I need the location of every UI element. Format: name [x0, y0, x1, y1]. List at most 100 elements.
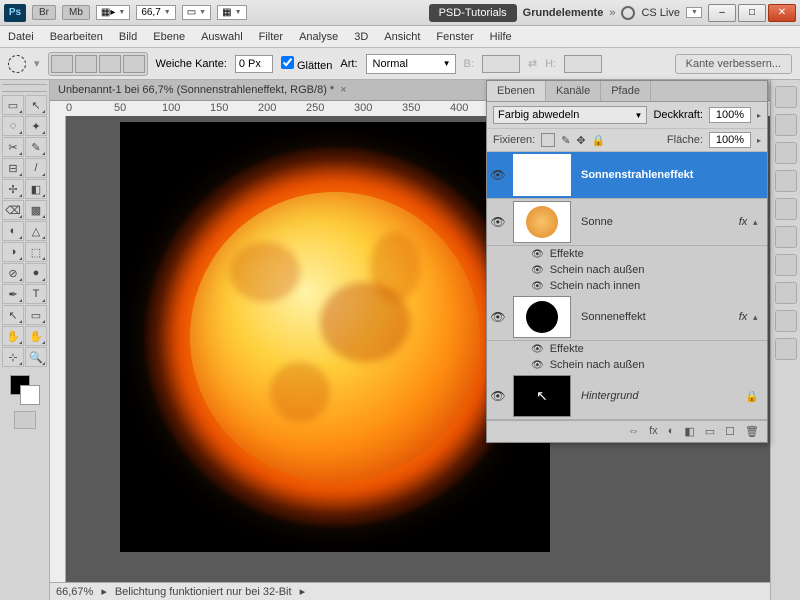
arrange-dropdown[interactable]: ▦ [217, 5, 246, 20]
status-arrow-icon[interactable]: ▸ [101, 585, 107, 598]
layer-footer-button[interactable]: fx [649, 425, 658, 438]
selection-mode-group[interactable] [48, 52, 148, 76]
visibility-icon[interactable]: 👁 [487, 389, 509, 403]
lock-position-icon[interactable]: ✥ [576, 134, 585, 147]
quickmask-button[interactable] [14, 411, 36, 429]
layer-row[interactable]: 👁 Sonnefx▴ [487, 199, 767, 246]
dock-icon[interactable] [775, 310, 797, 332]
layer-thumbnail[interactable] [513, 296, 571, 338]
menu-auswahl[interactable]: Auswahl [201, 31, 243, 43]
tool-23[interactable]: ✋ [25, 326, 47, 346]
tool-1[interactable]: ↖ [25, 95, 47, 115]
dock-icon[interactable] [775, 226, 797, 248]
antialias-checkbox[interactable]: Glätten [281, 56, 333, 72]
fx-icon[interactable]: fx [733, 311, 753, 323]
layer-footer-button[interactable]: ▭ [705, 425, 715, 438]
tool-12[interactable]: ◐ [2, 221, 24, 241]
layer-row[interactable]: 👁 Sonnenstrahleneffekt [487, 152, 767, 199]
maximize-button[interactable]: □ [738, 4, 766, 22]
blend-mode-select[interactable]: Farbig abwedeln [493, 106, 647, 124]
layer-thumbnail[interactable] [513, 201, 571, 243]
layer-thumbnail[interactable]: ↖ [513, 375, 571, 417]
dock-icon[interactable] [775, 170, 797, 192]
workspace-pill[interactable]: PSD-Tutorials [429, 4, 517, 22]
layer-footer-button[interactable]: ☐ [725, 425, 735, 438]
tool-18[interactable]: ✒ [2, 284, 24, 304]
menu-hilfe[interactable]: Hilfe [490, 31, 512, 43]
fx-icon[interactable]: fx [733, 216, 753, 228]
tool-21[interactable]: ▭ [25, 305, 47, 325]
layer-footer-button[interactable]: ◐ [668, 425, 675, 438]
menu-filter[interactable]: Filter [259, 31, 283, 43]
menu-analyse[interactable]: Analyse [299, 31, 338, 43]
tool-13[interactable]: △ [25, 221, 47, 241]
dock-icon[interactable] [775, 282, 797, 304]
tool-5[interactable]: ✎ [25, 137, 47, 157]
tool-2[interactable]: ◌ [2, 116, 24, 136]
tool-14[interactable]: ◑ [2, 242, 24, 262]
tool-24[interactable]: ⊹ [2, 347, 24, 367]
layer-effect-item[interactable]: Schein nach außen [487, 357, 767, 373]
tool-15[interactable]: ⬚ [25, 242, 47, 262]
layer-name[interactable]: Sonnenstrahleneffekt [575, 169, 767, 181]
tab-ebenen[interactable]: Ebenen [487, 81, 546, 101]
tool-16[interactable]: ⊘ [2, 263, 24, 283]
layer-effect-item[interactable]: Effekte [487, 341, 767, 357]
menu-fenster[interactable]: Fenster [436, 31, 473, 43]
tool-10[interactable]: ⌫ [2, 200, 24, 220]
dock-icon[interactable] [775, 254, 797, 276]
tool-8[interactable]: ✢ [2, 179, 24, 199]
film-dropdown[interactable]: ▦▸ [96, 5, 130, 20]
layer-name[interactable]: Hintergrund [575, 390, 737, 402]
workspace-more[interactable]: » [609, 7, 615, 19]
lock-pixels-icon[interactable]: ✎ [561, 134, 570, 147]
lock-all-icon[interactable]: 🔒 [592, 134, 606, 147]
feather-input[interactable] [235, 55, 273, 73]
layer-footer-button[interactable]: 🗑 [745, 425, 759, 438]
visibility-icon[interactable]: 👁 [487, 310, 509, 324]
dock-icon[interactable] [775, 142, 797, 164]
menu-ansicht[interactable]: Ansicht [384, 31, 420, 43]
status-zoom[interactable]: 66,67% [56, 586, 93, 598]
layer-effect-item[interactable]: Schein nach außen [487, 262, 767, 278]
tool-4[interactable]: ✂ [2, 137, 24, 157]
close-tab-icon[interactable]: × [340, 84, 346, 96]
tool-9[interactable]: ◧ [25, 179, 47, 199]
refine-edge-button[interactable]: Kante verbessern... [675, 54, 792, 74]
tab-pfade[interactable]: Pfade [601, 81, 651, 101]
zoom-dropdown[interactable]: 66,7 [136, 5, 175, 20]
opacity-input[interactable] [709, 107, 751, 123]
color-swatches[interactable] [10, 375, 40, 405]
toolbox-grip[interactable] [2, 84, 47, 92]
bridge-button[interactable]: Br [32, 5, 56, 20]
status-arrow-icon[interactable]: ▸ [300, 585, 306, 598]
tab-kanaele[interactable]: Kanäle [546, 81, 601, 101]
tool-25[interactable]: 🔍 [25, 347, 47, 367]
tool-0[interactable]: ▭ [2, 95, 24, 115]
visibility-icon[interactable]: 👁 [487, 168, 509, 182]
cslive-label[interactable]: CS Live [641, 7, 680, 19]
opacity-flyout-icon[interactable]: ▸ [757, 111, 761, 120]
fill-flyout-icon[interactable]: ▸ [757, 136, 761, 145]
workspace-label[interactable]: Grundelemente [523, 7, 604, 19]
layer-effect-item[interactable]: Effekte [487, 246, 767, 262]
layer-row[interactable]: 👁↖Hintergrund🔒 [487, 373, 767, 420]
fill-input[interactable] [709, 132, 751, 148]
tool-22[interactable]: ✋ [2, 326, 24, 346]
minimize-button[interactable]: – [708, 4, 736, 22]
layer-name[interactable]: Sonneneffekt [575, 311, 733, 323]
lock-transparency-icon[interactable] [541, 133, 555, 147]
expand-icon[interactable]: ▴ [753, 217, 767, 228]
tool-20[interactable]: ↖ [2, 305, 24, 325]
visibility-icon[interactable]: 👁 [487, 215, 509, 229]
layer-footer-button[interactable]: ⇔ [628, 425, 639, 438]
layer-effect-item[interactable]: Schein nach innen [487, 278, 767, 294]
tool-11[interactable]: ▩ [25, 200, 47, 220]
layer-name[interactable]: Sonne [575, 216, 733, 228]
layer-row[interactable]: 👁Sonneneffektfx▴ [487, 294, 767, 341]
tool-17[interactable]: ● [25, 263, 47, 283]
close-button[interactable]: ✕ [768, 4, 796, 22]
tool-3[interactable]: ✦ [25, 116, 47, 136]
menu-3d[interactable]: 3D [354, 31, 368, 43]
layer-footer-button[interactable]: ◧ [684, 425, 694, 438]
